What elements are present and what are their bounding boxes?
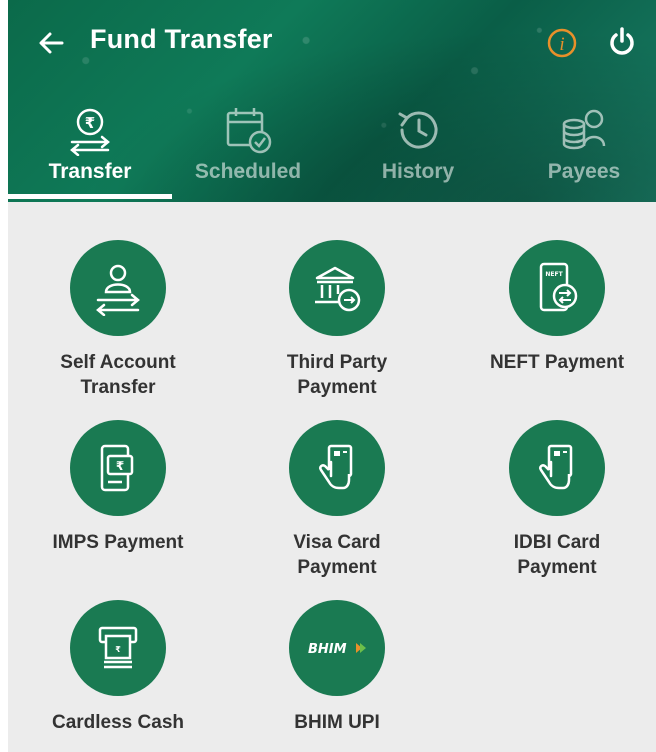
imps-icon-circle: ₹ [70, 420, 166, 516]
idbi-card-payment-button[interactable]: IDBI Card Payment [457, 420, 656, 580]
item-label: Third Party Payment [237, 350, 437, 400]
transfer-options-grid: Self Account Transfer Third Party Paymen… [8, 202, 656, 752]
atm-icon: ₹ [98, 626, 138, 669]
page-title: Fund Transfer [90, 24, 273, 54]
tab-transfer[interactable]: ₹ Transfer [10, 98, 170, 202]
tab-history-label: History [381, 160, 455, 183]
svg-text:₹: ₹ [115, 645, 121, 654]
cardless-cash-button[interactable]: ₹ Cardless Cash [18, 600, 218, 735]
arrow-left-icon[interactable] [36, 28, 66, 58]
card-tap-icon [319, 444, 353, 490]
label-line-1: IDBI Card [513, 532, 601, 553]
label-line-2: Payment [297, 377, 377, 398]
active-tab-indicator [8, 194, 172, 199]
tab-payees-label: Payees [547, 160, 621, 183]
self-account-transfer-button[interactable]: Self Account Transfer [18, 240, 218, 400]
visa-card-payment-button[interactable]: Visa Card Payment [237, 420, 437, 580]
neft-icon: NEFT [539, 262, 578, 312]
neft-payment-button[interactable]: NEFT NEFT Payment [457, 240, 656, 375]
info-icon[interactable]: i [546, 27, 578, 59]
imps-icon: ₹ [100, 444, 134, 492]
top-bar: Fund Transfer i [8, 18, 656, 68]
label-line-1: BHIM UPI [294, 712, 380, 733]
power-icon[interactable] [606, 26, 638, 58]
tab-history[interactable]: History [338, 98, 498, 202]
label-line-1: Cardless Cash [51, 712, 184, 733]
svg-text:₹: ₹ [85, 114, 95, 132]
tab-transfer-label: Transfer [48, 160, 132, 183]
calendar-check-icon [226, 108, 272, 154]
payees-icon [562, 109, 606, 150]
tab-scheduled[interactable]: Scheduled [168, 98, 328, 202]
item-label: Self Account Transfer [18, 350, 218, 400]
card-tap-icon-circle [289, 420, 385, 516]
tab-scheduled-label: Scheduled [194, 160, 302, 183]
item-label: NEFT Payment [457, 350, 656, 375]
svg-text:BHIM: BHIM [308, 642, 347, 657]
label-line-1: Visa Card [293, 532, 381, 553]
neft-icon-circle: NEFT [509, 240, 605, 336]
svg-text:i: i [559, 34, 564, 55]
card-tap-icon [539, 444, 573, 490]
rupee-transfer-icon: ₹ [70, 108, 110, 156]
tab-bar: ₹ Transfer Scheduled History Payees [8, 98, 656, 202]
tab-payees[interactable]: Payees [504, 98, 656, 202]
bank-transfer-icon-circle [289, 240, 385, 336]
label-line-2: Payment [517, 557, 597, 578]
third-party-payment-button[interactable]: Third Party Payment [237, 240, 437, 400]
self-transfer-icon [96, 264, 140, 316]
label-line-1: Self Account [60, 352, 176, 373]
self-transfer-icon-circle [70, 240, 166, 336]
card-tap-icon-circle [509, 420, 605, 516]
label-line-1: NEFT Payment [489, 352, 625, 373]
label-line-2: Transfer [80, 377, 156, 398]
imps-payment-button[interactable]: ₹ IMPS Payment [18, 420, 218, 555]
bhim-upi-button[interactable]: BHIM BHIM UPI [237, 600, 437, 735]
item-label: IDBI Card Payment [457, 530, 656, 580]
bhim-logo-circle: BHIM [289, 600, 385, 696]
item-label: Cardless Cash [18, 710, 218, 735]
history-icon [398, 111, 438, 149]
bank-transfer-icon [315, 266, 361, 312]
bhim-logo: BHIM [308, 642, 366, 657]
item-label: Visa Card Payment [237, 530, 437, 580]
svg-text:NEFT: NEFT [545, 271, 563, 278]
label-line-1: Third Party [286, 352, 388, 373]
atm-icon-circle: ₹ [70, 600, 166, 696]
app-header: Fund Transfer i ₹ Transfer Scheduled His… [8, 0, 656, 202]
label-line-1: IMPS Payment [52, 532, 184, 553]
item-label: IMPS Payment [18, 530, 218, 555]
label-line-2: Payment [297, 557, 377, 578]
item-label: BHIM UPI [237, 710, 437, 735]
svg-text:₹: ₹ [116, 459, 124, 473]
